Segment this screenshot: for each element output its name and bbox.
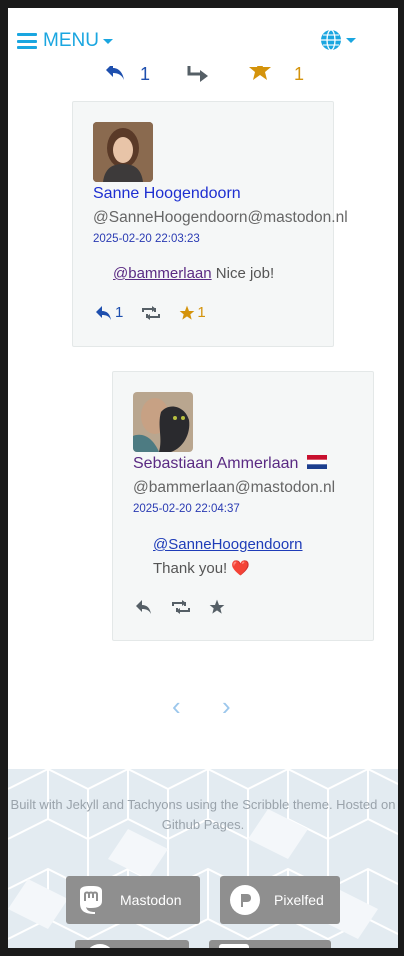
menu-label: MENU [43, 30, 99, 51]
comment-actions [135, 599, 243, 615]
social-link[interactable] [209, 940, 331, 948]
language-button[interactable] [320, 29, 356, 51]
page: MENU 1 1 Sanne Hoogendoorn @SanneHoogend… [8, 8, 398, 948]
author-handle: @bammerlaan@mastodon.nl [133, 479, 336, 496]
menu-button[interactable]: MENU [17, 30, 113, 52]
heart-emoji: ❤️ [231, 560, 251, 577]
previous-comment-actions: 1 1 [98, 66, 318, 92]
boost-icon[interactable] [184, 66, 214, 84]
favourite-count: 1 [294, 66, 305, 84]
footer: Built with Jekyll and Tachyons using the… [8, 769, 398, 948]
boost-icon [172, 600, 190, 614]
social-icon [85, 944, 115, 948]
chevron-down-icon [346, 37, 356, 43]
pixelfed-icon [230, 885, 260, 915]
netherlands-flag-icon [306, 454, 328, 470]
comment-card: Sebastiaan Ammerlaan @bammerlaan@mastodo… [112, 371, 374, 641]
reply-icon [96, 305, 111, 320]
next-page-button[interactable]: › [222, 691, 231, 722]
hamburger-icon [17, 33, 37, 49]
mention-link[interactable]: @SanneHoogendoorn [153, 536, 303, 553]
boost-button[interactable] [171, 600, 191, 614]
reply-icon[interactable] [104, 66, 126, 82]
avatar[interactable] [133, 392, 193, 452]
avatar[interactable] [93, 122, 153, 182]
globe-icon [321, 29, 341, 51]
comment-text: Thank you! [153, 560, 228, 577]
chevron-down-icon [102, 38, 113, 44]
author-name-text: Sebastiaan Ammerlaan [133, 455, 299, 472]
favourite-button[interactable] [209, 599, 225, 615]
reply-button[interactable]: 1 [95, 304, 123, 321]
reply-count: 1 [140, 66, 151, 84]
mastodon-link[interactable]: Mastodon [66, 876, 200, 924]
comment-date[interactable]: 2025-02-20 22:04:37 [133, 503, 240, 515]
mention-link[interactable]: @bammerlaan [113, 265, 212, 282]
mastodon-icon [76, 885, 106, 915]
footer-credits: Built with Jekyll and Tachyons using the… [10, 797, 396, 832]
comment-text: Nice job! [211, 265, 275, 282]
author-name[interactable]: Sanne Hoogendoorn [93, 185, 241, 203]
previous-page-button[interactable]: ‹ [172, 691, 181, 722]
pixelfed-link[interactable]: Pixelfed [220, 876, 340, 924]
reply-count: 1 [115, 304, 124, 321]
favourite-count: 1 [197, 304, 206, 321]
author-handle: @SanneHoogendoorn@mastodon.nl [93, 209, 348, 226]
comment-card: Sanne Hoogendoorn @SanneHoogendoorn@mast… [72, 101, 348, 347]
boost-button[interactable] [141, 305, 161, 320]
comment-actions: 1 1 [95, 304, 224, 321]
reply-button[interactable] [135, 599, 153, 615]
mastodon-label: Mastodon [120, 892, 182, 908]
author-name[interactable]: Sebastiaan Ammerlaan [133, 454, 328, 473]
comment-body: @bammerlaan Nice job! [113, 262, 274, 286]
pixelfed-label: Pixelfed [274, 892, 324, 908]
star-icon [209, 599, 225, 614]
boost-icon [142, 305, 161, 320]
star-icon[interactable] [248, 66, 272, 82]
star-icon [180, 305, 195, 320]
social-icon [219, 944, 249, 948]
reply-icon [136, 600, 151, 614]
comment-date[interactable]: 2025-02-20 22:03:23 [93, 233, 200, 245]
comment-body: @SanneHoogendoorn Thank you! ❤️ [153, 533, 303, 581]
social-link[interactable] [75, 940, 189, 948]
favourite-button[interactable]: 1 [179, 304, 206, 321]
